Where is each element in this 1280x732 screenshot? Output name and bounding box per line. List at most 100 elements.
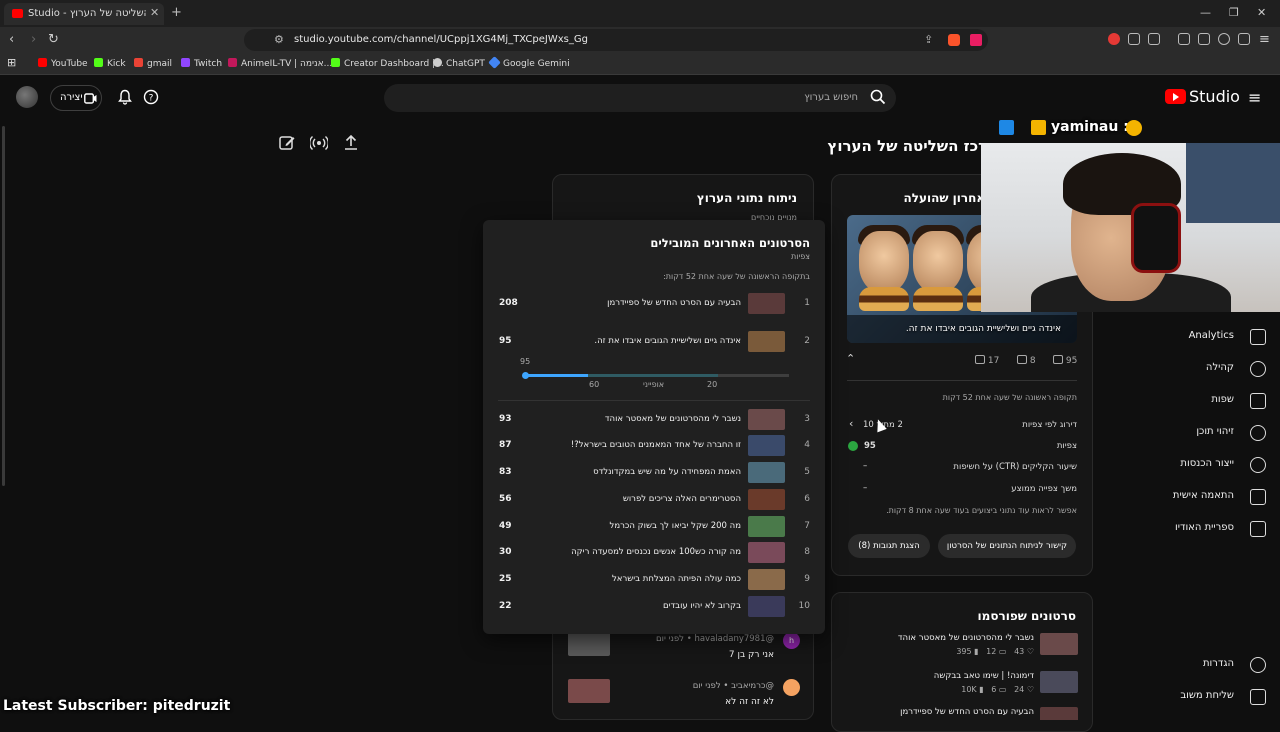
top-video-row[interactable]: 7 מה 200 שקל יביאו לך בשוק הכרמל 49 [483,515,825,539]
close-tab-icon[interactable]: ✕ [150,6,159,19]
site-info-icon[interactable]: ⚙ [274,33,284,46]
video-rank: 5 [804,467,810,477]
address-bar[interactable]: ⚙ studio.youtube.com/channel/UCppj1XG4Mj… [244,29,988,51]
video-thumbnail [748,331,785,352]
go-live-icon[interactable] [310,134,328,152]
published-video-row[interactable]: דימונה! | שימו טאב בבקשה 10K ▮ 6 ▭ 24 ♡ [846,671,1078,703]
monetization-icon [1250,457,1266,473]
minimize-icon[interactable]: — [1200,6,1211,19]
reading-list-icon[interactable] [1198,33,1210,45]
create-label: יצירה [60,92,83,103]
top-video-row[interactable]: 3 נשבר לי מהסרטונים של מאסטר אוהד 93 [483,408,825,432]
sidebar-item-label: קהילה [1205,362,1234,373]
upload-icon[interactable] [342,134,360,152]
video-thumbnail [748,569,785,590]
url-text[interactable]: studio.youtube.com/channel/UCppj1XG4Mj_T… [294,34,588,45]
sidebar-item-languages[interactable]: שפות [1150,386,1280,416]
sidebar-item-community[interactable]: קהילה [1150,354,1280,384]
video-thumbnail [748,462,785,483]
sidebar-item-feedback[interactable]: שליחת משוב [1150,682,1280,712]
view-comments-button[interactable]: הצגת תגובות (8) [848,534,930,558]
overlay-arrow-icon [999,120,1014,135]
comment-item[interactable]: h @havaladany7981 • לפני יום אני רק בן 7 [568,632,800,668]
comment-item[interactable]: @כרמיאביב • לפני יום לא זה זה לא [568,679,800,715]
vpn-icon[interactable] [1238,33,1250,45]
browser-menu-icon[interactable]: ≡ [1259,32,1270,47]
new-tab-button[interactable]: + [171,5,182,20]
create-post-icon[interactable] [278,134,296,152]
top-video-row[interactable]: 8 מה קורה כש100 אנשים נכנסים למסעדה ריקה… [483,541,825,565]
comment-avatar[interactable]: h [783,632,800,649]
sidebar-item-customization[interactable]: התאמה אישית [1150,482,1280,512]
video-views: 56 [499,494,512,504]
top-video-row[interactable]: 6 הסטרימרים האלה צריכים לפרוש 56 [483,488,825,512]
svg-text:?: ? [149,94,154,104]
avatar[interactable] [16,86,38,108]
create-button[interactable]: יצירה [50,85,102,111]
apps-grid-icon[interactable]: ⊞ [7,56,16,69]
top-video-row[interactable]: 2 אינדה גיים ושלישיית הגובים איבדו את זה… [483,330,825,354]
search-bar[interactable]: חיפוש בערוץ [384,84,896,112]
chevron-left-icon[interactable]: ‹ [849,417,853,430]
close-window-icon[interactable]: ✕ [1257,6,1266,19]
bookmark-gemini[interactable]: Google Gemini [488,56,570,69]
chevron-up-icon[interactable]: ⌃ [846,352,855,365]
video-thumbnail[interactable] [1040,633,1078,655]
notifications-bell-icon[interactable] [117,89,133,105]
browser-tab[interactable]: Studio - מרכז השליטה של הערוץ ✕ [4,3,164,25]
overlay-emote-icon [1031,120,1046,135]
back-icon[interactable]: ‹ [9,32,14,47]
sidebar-item-label: שפות [1211,394,1234,405]
bookmark-youtube[interactable]: YouTube [38,58,88,69]
top-video-row[interactable]: 10 בקרוב לא יהיו עובדים 22 [483,595,825,619]
extension-record-icon[interactable] [1108,33,1120,45]
reload-icon[interactable]: ↻ [48,32,59,47]
bookmark-animeil[interactable]: AnimeIL-TV | אנימה... [228,58,332,69]
comment-avatar[interactable] [783,679,800,696]
extensions-icon[interactable] [1128,33,1140,45]
sidebar-item-settings[interactable]: הגדרות [1150,650,1280,680]
views-label: צפיות [1056,441,1077,451]
search-icon[interactable] [870,89,886,105]
sidebar-item-audio-library[interactable]: ספריית האודיו [1150,514,1280,544]
top-video-row[interactable]: 9 כמה עולה הפיתה המצלחת בישראל 25 [483,568,825,592]
leo-ai-icon[interactable] [1218,33,1230,45]
video-views: 83 [499,467,512,477]
studio-logo-text[interactable]: Studio [1189,87,1240,106]
spark-value-label: 95 [520,357,531,366]
top-video-row[interactable]: 1 הבעיה עם הסרט החדש של ספיידרמן 208 [483,292,825,316]
bookmark-creator-dashboard[interactable]: Creator Dashboard |... [331,58,444,69]
video-thumbnail [748,409,785,430]
bookmark-chatgpt[interactable]: ChatGPT [433,58,485,69]
maximize-icon[interactable]: ❐ [1229,6,1239,19]
top-video-row[interactable]: 5 האמת המפחידה על מה שיש במקדונלדס 83 [483,461,825,485]
published-video-row[interactable]: הבעיה עם הסרט החדש של ספיידרמן [846,707,1078,720]
comment-video-thumbnail[interactable] [568,679,610,703]
bookmark-twitch[interactable]: Twitch [181,58,222,69]
video-views: 93 [499,414,512,424]
sidebar-item-content-id[interactable]: זיהוי תוכן [1150,418,1280,448]
hamburger-menu-icon[interactable]: ≡ [1248,88,1261,107]
bookmark-gmail[interactable]: gmail [134,58,172,69]
sidebar-item-label: הגדרות [1202,658,1234,669]
published-video-row[interactable]: נשבר לי מהסרטונים של מאסטר אוהד 395 ▮ 12… [846,633,1078,665]
video-thumbnail[interactable] [1040,707,1078,720]
sidebar-toggle-icon[interactable] [1178,33,1190,45]
video-analytics-button[interactable]: קישור לניתוח הנתונים של הסרטון [938,534,1076,558]
comment-video-thumbnail[interactable] [568,632,610,656]
top-video-row[interactable]: 4 זו החברה של אחד המאמנים הטובים בישראל?… [483,434,825,458]
help-icon[interactable]: ? [143,89,159,105]
wallet-icon[interactable] [1148,33,1160,45]
share-icon[interactable]: ⇪ [924,33,933,46]
subtitles-icon [1250,393,1266,409]
brave-shield-icon[interactable] [948,34,960,46]
bar-chart-icon [1053,355,1063,364]
left-scrollbar[interactable] [2,126,5,486]
bookmark-kick[interactable]: Kick [94,58,126,69]
sidebar-item-analytics[interactable]: Analytics [1150,322,1280,352]
sidebar-item-monetization[interactable]: ייצור הכנסות [1150,450,1280,480]
video-thumbnail[interactable] [1040,671,1078,693]
forward-icon[interactable]: › [31,32,36,47]
rewards-icon[interactable] [970,34,982,46]
youtube-logo-icon[interactable] [1165,89,1186,104]
